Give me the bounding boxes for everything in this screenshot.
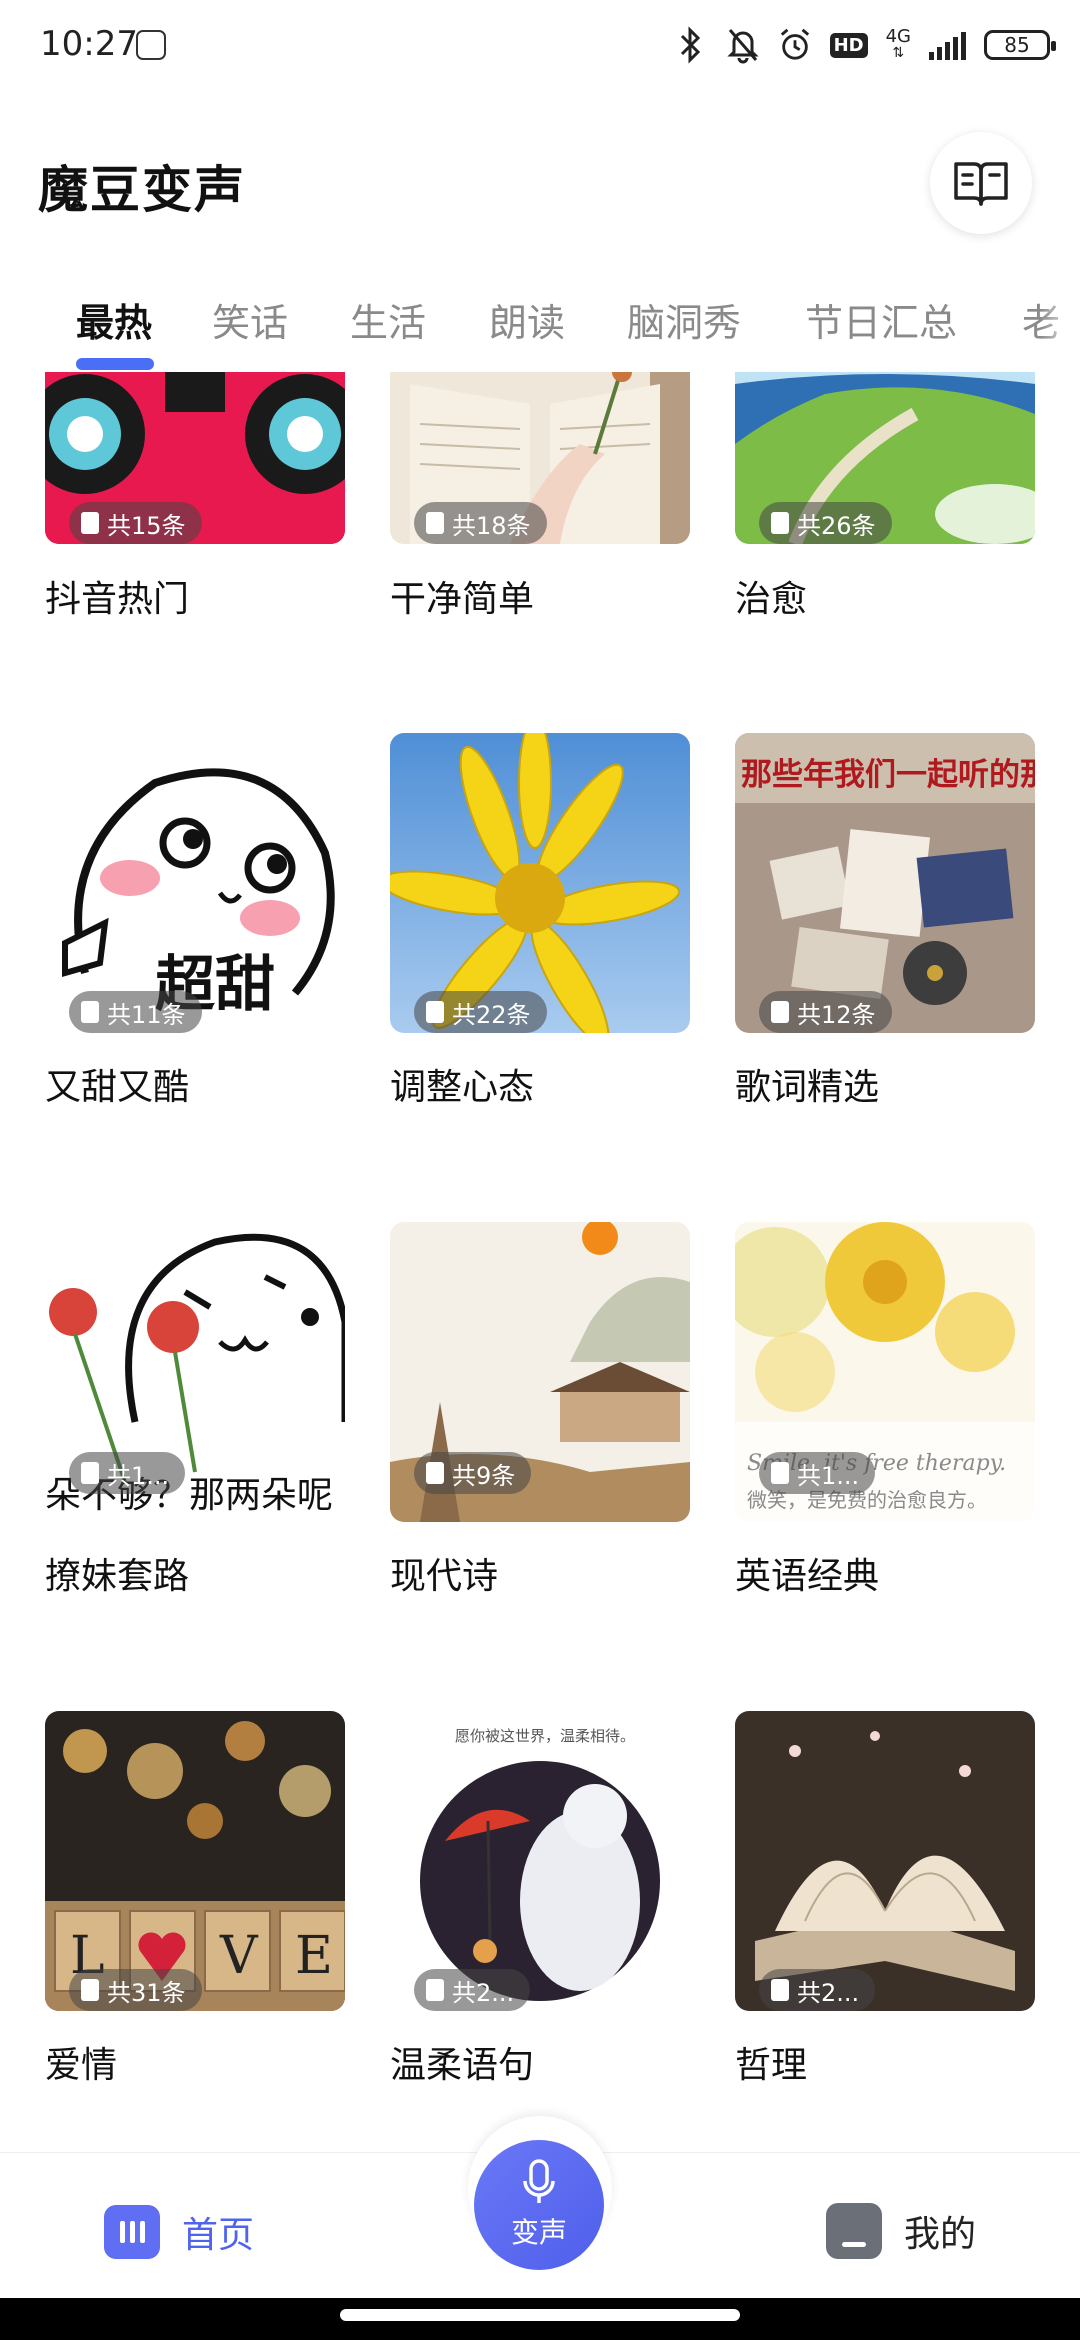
count-badge: 共18条 [414,502,547,544]
card-title: 撩妹套路 [45,1556,190,1597]
count-badge: 共12条 [759,991,892,1033]
notification-app-icon [136,30,166,60]
battery-icon: 85 [984,30,1056,60]
card-title: 现代诗 [390,1556,499,1597]
card-title: 抖音热门 [45,579,190,620]
network-label: 4G [885,26,911,47]
tab-brainstorm[interactable]: 脑洞秀 [627,292,741,347]
document-icon [81,1979,99,2001]
tab-jokes[interactable]: 笑话 [212,292,288,347]
count-badge: 共11条 [69,991,202,1033]
card-title: 哲理 [735,2045,808,2086]
status-bar: 10:27 HD 4G ⇅ 85 [0,0,1080,90]
card-title: 爱情 [45,2045,118,2086]
nav-home-label: 首页 [182,2215,255,2256]
document-icon [771,1462,789,1484]
book-button[interactable] [930,132,1032,234]
document-icon [426,1462,444,1484]
count-badge: 共31条 [69,1969,202,2011]
document-icon [81,512,99,534]
tab-hottest[interactable]: 最热 [76,292,152,347]
love-letter-e: E [295,1926,333,1986]
home-indicator[interactable] [340,2309,740,2321]
count-badge: 共1... [759,1452,876,1494]
count-badge: 共1... [69,1452,186,1494]
card-title: 英语经典 [735,1556,880,1597]
profile-icon [826,2203,882,2259]
card-thumbnail: L V E [45,1711,345,2011]
tab-life[interactable]: 生活 [350,292,426,347]
card-thumbnail [390,733,690,1033]
hd-badge: HD [829,32,868,58]
nav-mine-label: 我的 [904,2214,977,2255]
category-tabs: 最热 笑话 生活 朗读 脑洞秀 节日汇总 老 [0,282,1080,372]
card-thumbnail: 那些年我们一起听的那些 [735,733,1035,1033]
card-thumbnail: 超甜 [45,733,345,1033]
count-badge: 共2... [759,1969,876,2011]
document-icon [771,1001,789,1023]
signal-icon [929,30,966,60]
alarm-icon [778,25,812,65]
bluetooth-icon [674,25,708,65]
category-grid: 共15条 抖音热门 共18条 干净简单 共26条 治愈 超甜 共11条 又甜又酷… [0,372,1080,2152]
card-title: 歌词精选 [735,1067,880,1108]
tab-reading[interactable]: 朗读 [489,292,565,347]
card-title: 调整心态 [390,1067,535,1108]
bell-muted-icon [726,25,760,65]
love-letter-v: V [219,1926,259,1986]
document-icon [771,512,789,534]
count-badge: 共15条 [69,502,202,544]
card-title: 治愈 [735,579,808,620]
status-icons: HD 4G ⇅ 85 [674,18,1056,72]
card-title: 干净简单 [390,579,535,620]
document-icon [771,1979,789,2001]
microphone-icon [523,2159,555,2203]
lyrics-caption: 那些年我们一起听的那些 [741,757,1035,793]
network-type: 4G ⇅ [885,26,911,62]
document-icon [81,1462,99,1484]
gentle-caption: 愿你被这世界，温柔相待。 [455,1727,635,1745]
tab-holidays[interactable]: 节日汇总 [805,292,957,347]
data-arrows-icon: ⇅ [892,45,905,61]
card-title: 温柔语句 [390,2045,535,2086]
card-title: 又甜又酷 [45,1067,190,1108]
nav-mine[interactable]: 我的 [826,2203,976,2259]
home-icon [104,2205,160,2259]
count-badge: 共22条 [414,991,547,1033]
count-badge: 共9条 [414,1452,532,1494]
active-tab-indicator [76,358,154,370]
count-badge: 共26条 [759,502,892,544]
battery-level: 85 [1004,33,1030,57]
voice-change-label: 变声 [510,2216,567,2249]
card-thumbnail [735,1711,1035,2011]
page-title: 魔豆变声 [38,161,246,219]
document-icon [426,512,444,534]
document-icon [426,1979,444,2001]
nav-home[interactable]: 首页 [104,2205,254,2259]
voice-change-button[interactable]: 变声 [474,2140,604,2270]
document-icon [426,1001,444,1023]
count-badge: 共2... [414,1969,531,2011]
document-icon [81,1001,99,1023]
book-open-icon [954,162,1008,206]
card-thumbnail: 愿你被这世界，温柔相待。 [390,1711,690,2011]
status-time: 10:27 [40,24,138,64]
